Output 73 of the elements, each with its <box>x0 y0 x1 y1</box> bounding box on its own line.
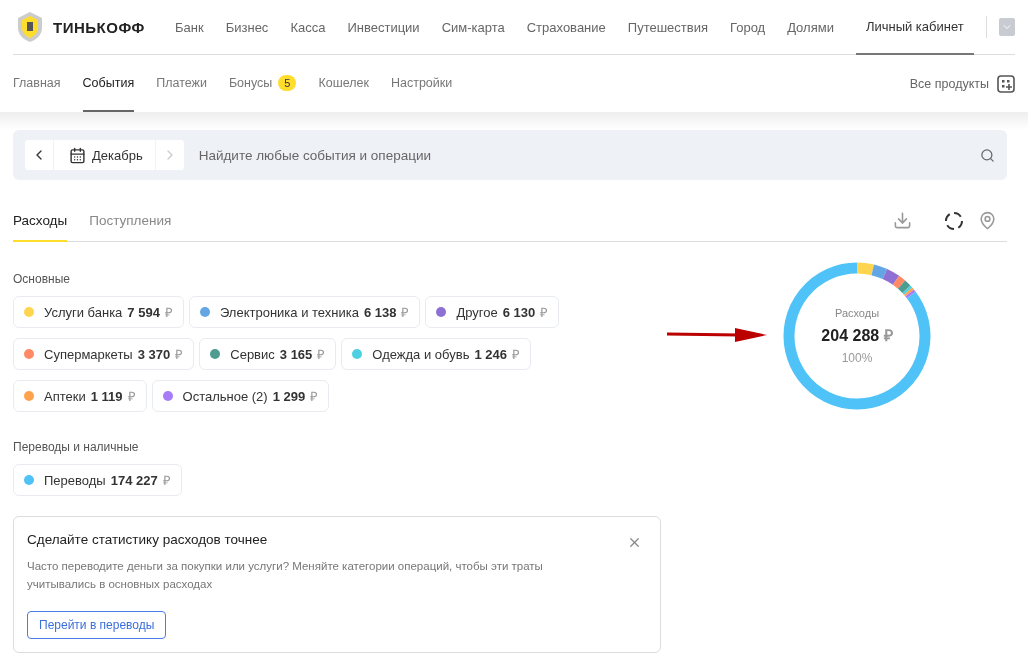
subnav-tab[interactable]: Платежи <box>156 55 207 112</box>
nav-link[interactable]: Сим-карта <box>441 19 505 35</box>
category-chip[interactable]: Электроника и техника 6 138 ₽ <box>188 296 421 328</box>
nav-link[interactable]: Страхование <box>526 19 606 35</box>
category-chip[interactable]: Сервис 3 165 ₽ <box>199 338 337 370</box>
category-chip[interactable]: Аптеки 1 119 ₽ <box>13 380 147 412</box>
category-amount: 6 130 <box>502 304 536 320</box>
nav-link[interactable]: Касса <box>290 19 326 35</box>
nav-link[interactable]: Долями <box>787 19 834 35</box>
category-name: Переводы <box>44 472 106 488</box>
currency-sign: ₽ <box>175 346 184 363</box>
category-chip[interactable]: Другое 6 130 ₽ <box>425 296 560 328</box>
grid-plus-icon <box>997 74 1015 93</box>
category-amount: 6 138 <box>363 304 397 320</box>
category-chip[interactable]: Супермаркеты 3 370 ₽ <box>13 338 195 370</box>
subnav-tab[interactable]: Главная <box>13 55 61 112</box>
category-amount: 3 370 <box>137 346 171 362</box>
category-amount: 1 246 <box>474 346 507 362</box>
nav-link[interactable]: Бизнес <box>225 19 269 35</box>
tip-text: Часто переводите деньги за покупки или услуги? Меняйте категории операций, чтобы эти траты учитывались в основных расходах <box>27 559 544 592</box>
category-amount: 1 119 <box>90 388 123 404</box>
category-name: Сервис <box>230 346 275 362</box>
search-bar[interactable]: Декабрь Найдите любые события и операции <box>13 130 1007 180</box>
category-chip[interactable]: Одежда и обувь 1 246 ₽ <box>341 338 531 370</box>
currency-sign: ₽ <box>310 388 319 405</box>
category-name: Электроника и техника <box>219 304 359 320</box>
category-amount: 174 227 <box>110 472 158 488</box>
subnav-tab[interactable]: Кошелек <box>318 55 369 112</box>
summary-label: Расходы <box>834 307 880 319</box>
currency-sign: ₽ <box>164 304 173 321</box>
category-amount: 3 165 <box>279 346 313 362</box>
bonus-badge: 5 <box>278 74 297 91</box>
currency-sign: ₽ <box>317 346 326 363</box>
tab[interactable]: Расходы <box>13 200 68 242</box>
summary-total: 204 288 ₽ <box>821 326 893 346</box>
category-chip[interactable]: Переводы 174 227 ₽ <box>13 464 182 496</box>
category-name: Остальное (2) <box>182 388 268 404</box>
profile-button[interactable] <box>998 18 1015 36</box>
subnav-tab[interactable]: Настройки <box>390 55 453 112</box>
subnav-tab[interactable]: Бонусы 5 <box>228 55 297 112</box>
search-field[interactable]: Найдите любые события и операции <box>196 146 980 164</box>
account-link[interactable]: Личный кабинет <box>855 0 974 55</box>
category-amount: 1 299 <box>272 388 306 404</box>
tab[interactable]: Поступления <box>89 200 172 242</box>
month-button[interactable]: Декабрь <box>53 140 156 170</box>
category-name: Другое <box>456 304 498 320</box>
tip-title: Сделайте статистику расходов точнее <box>27 532 268 547</box>
category-name: Аптеки <box>44 388 86 404</box>
calendar-icon <box>69 146 86 164</box>
currency-sign: ₽ <box>540 304 549 321</box>
search-icon[interactable] <box>980 147 995 163</box>
summary-percent: 100% <box>841 351 873 365</box>
logo-text[interactable]: ТИНЬКОФФ <box>53 18 145 36</box>
category-name: Одежда и обувь <box>372 346 470 362</box>
category-name: Услуги банка <box>44 304 123 320</box>
nav-link[interactable]: Инвестиции <box>347 19 420 35</box>
category-name: Супермаркеты <box>44 346 133 362</box>
currency-sign: ₽ <box>511 346 520 363</box>
close-icon[interactable] <box>627 535 642 550</box>
nav-link[interactable]: Путешествия <box>627 19 708 35</box>
category-amount: 7 594 <box>127 304 160 320</box>
category-chip[interactable]: Остальное (2) 1 299 ₽ <box>151 380 330 412</box>
nav-link[interactable]: Банк <box>175 19 204 35</box>
group-title: Основные <box>13 272 71 286</box>
group-title: Переводы и наличные <box>13 440 140 454</box>
all-products-link[interactable]: Все продукты <box>909 74 1015 93</box>
currency-sign: ₽ <box>162 472 171 489</box>
currency-sign: ₽ <box>127 388 136 405</box>
nav-link[interactable]: Город <box>730 19 766 35</box>
currency-sign: ₽ <box>401 304 410 321</box>
go-to-transfers-button[interactable]: Перейти в переводы <box>27 611 167 639</box>
tab-label: Бонусы <box>228 75 273 90</box>
category-chip[interactable]: Услуги банка 7 594 ₽ <box>13 296 184 328</box>
